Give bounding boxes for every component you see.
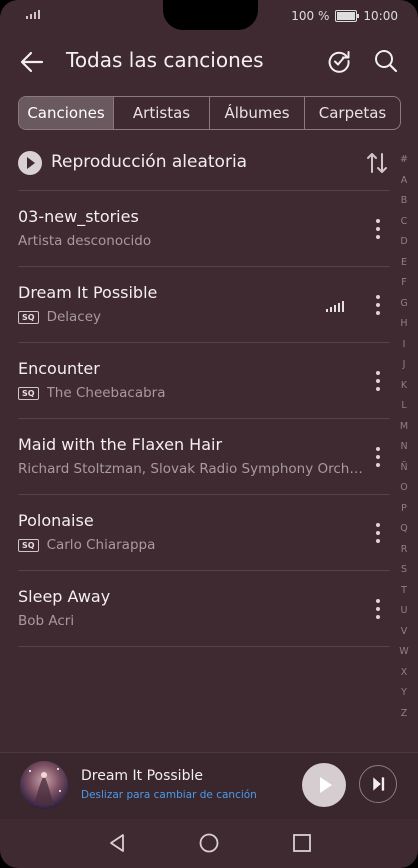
- song-title: Encounter: [18, 359, 100, 378]
- song-list: 03-new_stories Artista desconocido Dream…: [18, 190, 390, 647]
- song-artist: Delacey: [46, 309, 102, 325]
- system-navigation-bar: [0, 818, 418, 868]
- nav-back-icon[interactable]: [106, 832, 128, 854]
- song-row[interactable]: Polonaise SQ Carlo Chiarappa: [18, 494, 390, 570]
- song-title: Maid with the Flaxen Hair: [18, 435, 223, 454]
- song-artist: Richard Stoltzman, Slovak Radio Symphony…: [18, 461, 363, 477]
- song-artist: The Cheebacabra: [46, 385, 166, 401]
- sq-badge: SQ: [18, 310, 39, 324]
- alphabet-index-letter[interactable]: L: [394, 400, 414, 421]
- alphabet-index-letter[interactable]: E: [394, 257, 414, 278]
- alphabet-index-letter[interactable]: M: [394, 421, 414, 442]
- song-row[interactable]: Dream It Possible SQ Delacey: [18, 266, 390, 342]
- alphabet-index-letter[interactable]: Z: [394, 708, 414, 729]
- status-right: 100 % 10:00: [291, 9, 398, 23]
- song-row[interactable]: Encounter SQ The Cheebacabra: [18, 342, 390, 418]
- sort-icon[interactable]: [366, 151, 388, 175]
- alphabet-index-letter[interactable]: F: [394, 277, 414, 298]
- sq-badge: SQ: [18, 386, 39, 400]
- alphabet-index-letter[interactable]: #: [394, 154, 414, 175]
- song-row[interactable]: 03-new_stories Artista desconocido: [18, 190, 390, 266]
- more-options-icon[interactable]: [374, 219, 382, 239]
- alphabet-index-letter[interactable]: W: [394, 646, 414, 667]
- alphabet-index-letter[interactable]: X: [394, 667, 414, 688]
- alphabet-index-letter[interactable]: A: [394, 175, 414, 196]
- song-title: Dream It Possible: [18, 283, 158, 302]
- alphabet-index-letter[interactable]: B: [394, 195, 414, 216]
- alphabet-index-letter[interactable]: S: [394, 564, 414, 585]
- alphabet-index-letter[interactable]: I: [394, 339, 414, 360]
- alphabet-index-letter[interactable]: T: [394, 585, 414, 606]
- song-subtitle: SQ Delacey: [18, 309, 363, 325]
- alphabet-index[interactable]: # A B C D E F G H I J K L M N Ñ O P Q R S T U V W X Y Z: [394, 154, 414, 728]
- toolbar: Todas las canciones: [0, 40, 418, 84]
- play-button[interactable]: [302, 763, 346, 807]
- alphabet-index-letter[interactable]: N: [394, 441, 414, 462]
- page-title: Todas las canciones: [66, 48, 264, 72]
- shuffle-play-row[interactable]: Reproducción aleatoria: [18, 148, 388, 178]
- list-divider: [18, 646, 390, 647]
- song-subtitle: SQ The Cheebacabra: [18, 385, 363, 401]
- song-subtitle: SQ Carlo Chiarappa: [18, 537, 363, 553]
- nav-recents-icon[interactable]: [291, 832, 313, 854]
- song-subtitle: Bob Acri: [18, 613, 363, 629]
- tab-artistas[interactable]: Artistas: [113, 97, 209, 129]
- play-circle-icon: [18, 151, 42, 175]
- battery-percent: 100 %: [291, 9, 330, 23]
- alphabet-index-letter[interactable]: P: [394, 503, 414, 524]
- alphabet-index-letter[interactable]: Q: [394, 523, 414, 544]
- status-time: 10:00: [363, 9, 398, 23]
- alphabet-index-letter[interactable]: D: [394, 236, 414, 257]
- alphabet-index-letter[interactable]: K: [394, 380, 414, 401]
- alphabet-index-letter[interactable]: U: [394, 605, 414, 626]
- alphabet-index-letter[interactable]: O: [394, 482, 414, 503]
- alphabet-index-letter[interactable]: H: [394, 318, 414, 339]
- song-subtitle: Richard Stoltzman, Slovak Radio Symphony…: [18, 461, 363, 477]
- tab-albumes[interactable]: Álbumes: [209, 97, 304, 129]
- swipe-hint: Deslizar para cambiar de canción: [81, 789, 257, 801]
- more-options-icon[interactable]: [374, 295, 382, 315]
- signal-icon: [26, 10, 40, 19]
- status-bar: 100 % 10:00: [0, 0, 418, 34]
- category-tabs: Canciones Artistas Álbumes Carpetas: [18, 96, 401, 130]
- song-title: Sleep Away: [18, 587, 111, 606]
- tab-carpetas[interactable]: Carpetas: [304, 97, 400, 129]
- more-options-icon[interactable]: [374, 447, 382, 467]
- more-options-icon[interactable]: [374, 371, 382, 391]
- alphabet-index-letter[interactable]: Ñ: [394, 462, 414, 483]
- more-options-icon[interactable]: [374, 523, 382, 543]
- song-row[interactable]: Maid with the Flaxen Hair Richard Stoltz…: [18, 418, 390, 494]
- battery-icon: [335, 10, 360, 22]
- next-track-button[interactable]: [359, 765, 397, 803]
- sq-badge: SQ: [18, 538, 39, 552]
- now-playing-title: Dream It Possible: [81, 768, 203, 784]
- alphabet-index-letter[interactable]: C: [394, 216, 414, 237]
- song-artist: Artista desconocido: [18, 233, 152, 249]
- nav-home-icon[interactable]: [198, 832, 220, 854]
- song-title: Polonaise: [18, 511, 94, 530]
- back-arrow-icon[interactable]: [18, 48, 46, 76]
- search-icon[interactable]: [373, 48, 399, 74]
- now-playing-bar[interactable]: Dream It Possible Deslizar para cambiar …: [0, 752, 418, 819]
- alphabet-index-letter[interactable]: V: [394, 626, 414, 647]
- alphabet-index-letter[interactable]: G: [394, 298, 414, 319]
- now-playing-equalizer-icon: [326, 301, 344, 312]
- tab-canciones[interactable]: Canciones: [19, 97, 113, 129]
- alphabet-index-letter[interactable]: R: [394, 544, 414, 565]
- song-subtitle: Artista desconocido: [18, 233, 363, 249]
- alphabet-index-letter[interactable]: Y: [394, 687, 414, 708]
- song-row[interactable]: Sleep Away Bob Acri: [18, 570, 390, 646]
- song-title: 03-new_stories: [18, 207, 139, 226]
- alphabet-index-letter[interactable]: J: [394, 359, 414, 380]
- refresh-scan-icon[interactable]: [326, 48, 352, 74]
- more-options-icon[interactable]: [374, 599, 382, 619]
- song-artist: Bob Acri: [18, 613, 75, 629]
- camera-notch: [163, 0, 258, 30]
- song-artist: Carlo Chiarappa: [46, 537, 156, 553]
- shuffle-label: Reproducción aleatoria: [51, 152, 248, 172]
- album-art: [20, 761, 68, 809]
- music-app-screen: 100 % 10:00 Todas las canciones Cancione…: [0, 0, 418, 868]
